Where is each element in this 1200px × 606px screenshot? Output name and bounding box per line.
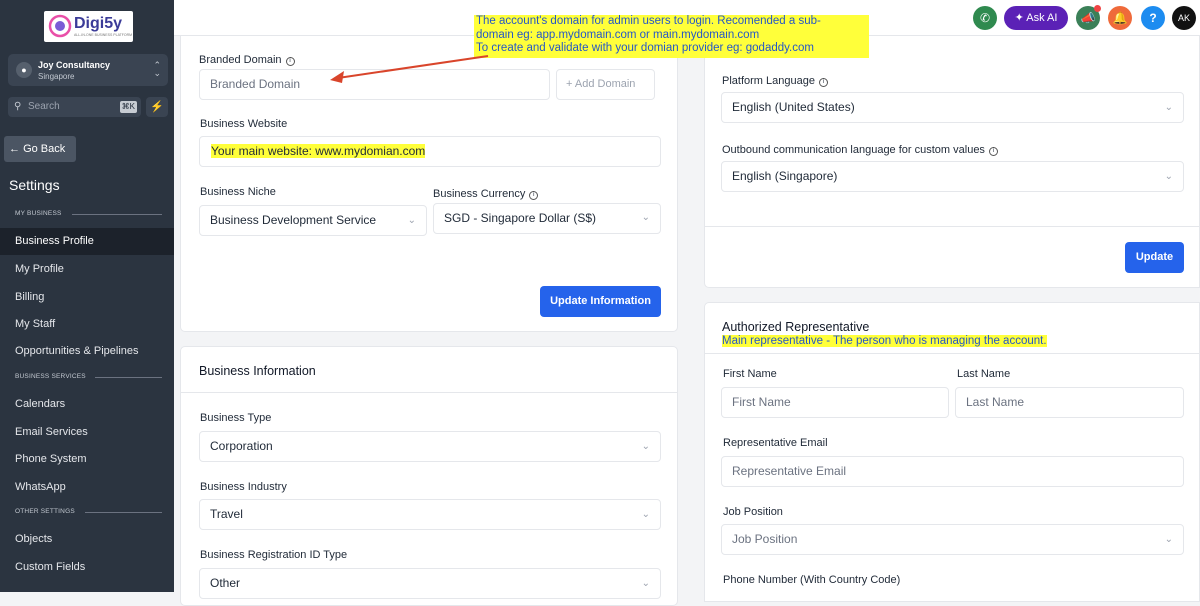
info-icon: i	[529, 191, 539, 200]
section-other-settings: OTHER SETTINGS	[15, 508, 75, 515]
nav-my-profile[interactable]: My Profile	[0, 256, 174, 283]
chevron-down-icon: ⌄	[1164, 171, 1173, 182]
annotation-line: To create and validate with your domian …	[476, 42, 814, 54]
ask-ai-label: Ask AI	[1026, 12, 1058, 24]
phone-number-label: Phone Number (With Country Code)	[723, 574, 901, 586]
niche-select[interactable]: Business Development Service ⌄	[199, 205, 427, 236]
add-domain-button[interactable]: + Add Domain	[556, 69, 655, 100]
section-business-services: BUSINESS SERVICES	[15, 373, 86, 380]
account-name: Joy Consultancy	[38, 60, 111, 70]
chevron-down-icon: ⌄	[641, 509, 650, 520]
divider	[705, 226, 1199, 227]
currency-label: Business Currency i	[433, 188, 539, 200]
search-input[interactable]: ⚲ Search ⌘K	[8, 97, 141, 117]
representative-email-input[interactable]: Representative Email	[721, 456, 1184, 487]
chevron-updown-icon: ⌃ ⌄	[153, 60, 161, 78]
nav-phone-system[interactable]: Phone System	[0, 446, 174, 473]
annotation-arrow-icon	[330, 55, 489, 83]
chevron-down-icon: ⌄	[1164, 534, 1173, 545]
divider	[95, 377, 162, 378]
info-icon: i	[285, 57, 295, 66]
nav-billing[interactable]: Billing	[0, 284, 174, 311]
chevron-down-icon: ⌄	[641, 212, 650, 223]
platform-language-label: Platform Language i	[722, 75, 828, 87]
notification-dot	[1094, 5, 1101, 12]
job-position-label: Job Position	[723, 506, 783, 518]
info-icon: i	[818, 78, 828, 87]
search-shortcut: ⌘K	[119, 101, 137, 113]
business-information-card: Business Information Business Type Corpo…	[180, 346, 678, 606]
language-card: Platform Language i English (United State…	[704, 36, 1200, 288]
outbound-language-select[interactable]: English (Singapore) ⌄	[721, 161, 1184, 192]
website-label: Business Website	[200, 118, 288, 130]
nav-opportunities-pipelines[interactable]: Opportunities & Pipelines	[0, 338, 174, 365]
bell-icon[interactable]: 🔔	[1108, 6, 1132, 30]
platform-language-select[interactable]: English (United States) ⌄	[721, 92, 1184, 123]
user-avatar[interactable]: AK	[1172, 6, 1196, 30]
job-position-select[interactable]: Job Position ⌄	[721, 524, 1184, 555]
business-industry-select[interactable]: Travel ⌄	[199, 499, 661, 530]
divider	[72, 214, 162, 215]
go-back-label: Go Back	[23, 143, 66, 155]
currency-select[interactable]: SGD - Singapore Dollar (S$) ⌄	[433, 203, 661, 234]
representative-card: Authorized Representative Main represent…	[704, 302, 1200, 602]
chevron-down-icon: ⌄	[641, 578, 650, 589]
branded-domain-label: Branded Domain i	[199, 54, 295, 66]
business-information-title: Business Information	[199, 364, 316, 378]
phone-icon[interactable]: ✆	[973, 6, 997, 30]
nav-business-profile[interactable]: Business Profile	[0, 228, 174, 255]
chevron-down-icon: ⌄	[641, 441, 650, 452]
last-name-label: Last Name	[957, 368, 1011, 380]
first-name-label: First Name	[723, 368, 777, 380]
registration-id-label: Business Registration ID Type	[200, 549, 348, 561]
divider	[181, 392, 677, 393]
website-value: Your main website: www.mydomian.com	[211, 144, 426, 158]
business-type-label: Business Type	[200, 412, 272, 424]
business-industry-label: Business Industry	[200, 481, 287, 493]
quick-action-bolt-icon[interactable]: ⚡	[146, 97, 168, 117]
annotation-line: domain eg: app.mydomain.com or main.mydo…	[476, 28, 760, 41]
chevron-down-icon: ⌄	[407, 215, 416, 226]
brand-name: Digi5y	[74, 15, 123, 32]
nav-whatsapp[interactable]: WhatsApp	[0, 474, 174, 501]
go-back-button[interactable]: ← Go Back	[4, 136, 76, 162]
niche-label: Business Niche	[200, 186, 276, 198]
nav-custom-fields[interactable]: Custom Fields	[0, 554, 174, 581]
account-switcher[interactable]: ● Joy Consultancy Singapore ⌃ ⌄	[8, 54, 168, 86]
divider	[705, 353, 1199, 354]
chevron-down-icon: ⌄	[1164, 102, 1173, 113]
search-placeholder: Search	[28, 101, 60, 112]
brand-logo[interactable]: Digi5y ALL-IN-ONE BUSINESS PLATFORM	[44, 11, 133, 42]
representative-email-label: Representative Email	[723, 437, 828, 449]
annotation-line: The account's domain for admin users to …	[476, 15, 821, 27]
account-icon: ●	[16, 62, 32, 78]
sidebar: Digi5y ALL-IN-ONE BUSINESS PLATFORM ● Jo…	[0, 0, 174, 592]
settings-title: Settings	[9, 177, 60, 193]
info-icon: i	[988, 147, 998, 156]
update-information-button[interactable]: Update Information	[540, 286, 661, 317]
outbound-language-label: Outbound communication language for cust…	[722, 144, 998, 156]
nav-email-services[interactable]: Email Services	[0, 419, 174, 446]
ask-ai-button[interactable]: ✦ Ask AI	[1004, 6, 1068, 30]
divider	[85, 512, 162, 513]
business-type-select[interactable]: Corporation ⌄	[199, 431, 661, 462]
nav-calendars[interactable]: Calendars	[0, 391, 174, 418]
nav-objects[interactable]: Objects	[0, 526, 174, 553]
domain-annotation-note: The account's domain for admin users to …	[474, 15, 869, 58]
logo-icon	[48, 14, 72, 38]
last-name-input[interactable]: Last Name	[955, 387, 1184, 418]
nav-my-staff[interactable]: My Staff	[0, 311, 174, 338]
representative-title: Authorized Representative	[722, 320, 870, 334]
search-icon: ⚲	[14, 101, 22, 112]
first-name-input[interactable]: First Name	[721, 387, 949, 418]
brand-tagline: ALL-IN-ONE BUSINESS PLATFORM	[74, 33, 133, 37]
website-input[interactable]: Your main website: www.mydomian.com	[199, 136, 661, 167]
update-button[interactable]: Update	[1125, 242, 1184, 273]
representative-note: Main representative - The person who is …	[722, 335, 1047, 347]
registration-id-select[interactable]: Other ⌄	[199, 568, 661, 599]
help-icon[interactable]: ?	[1141, 6, 1165, 30]
account-location: Singapore	[38, 72, 75, 81]
section-my-business: MY BUSINESS	[15, 210, 62, 217]
